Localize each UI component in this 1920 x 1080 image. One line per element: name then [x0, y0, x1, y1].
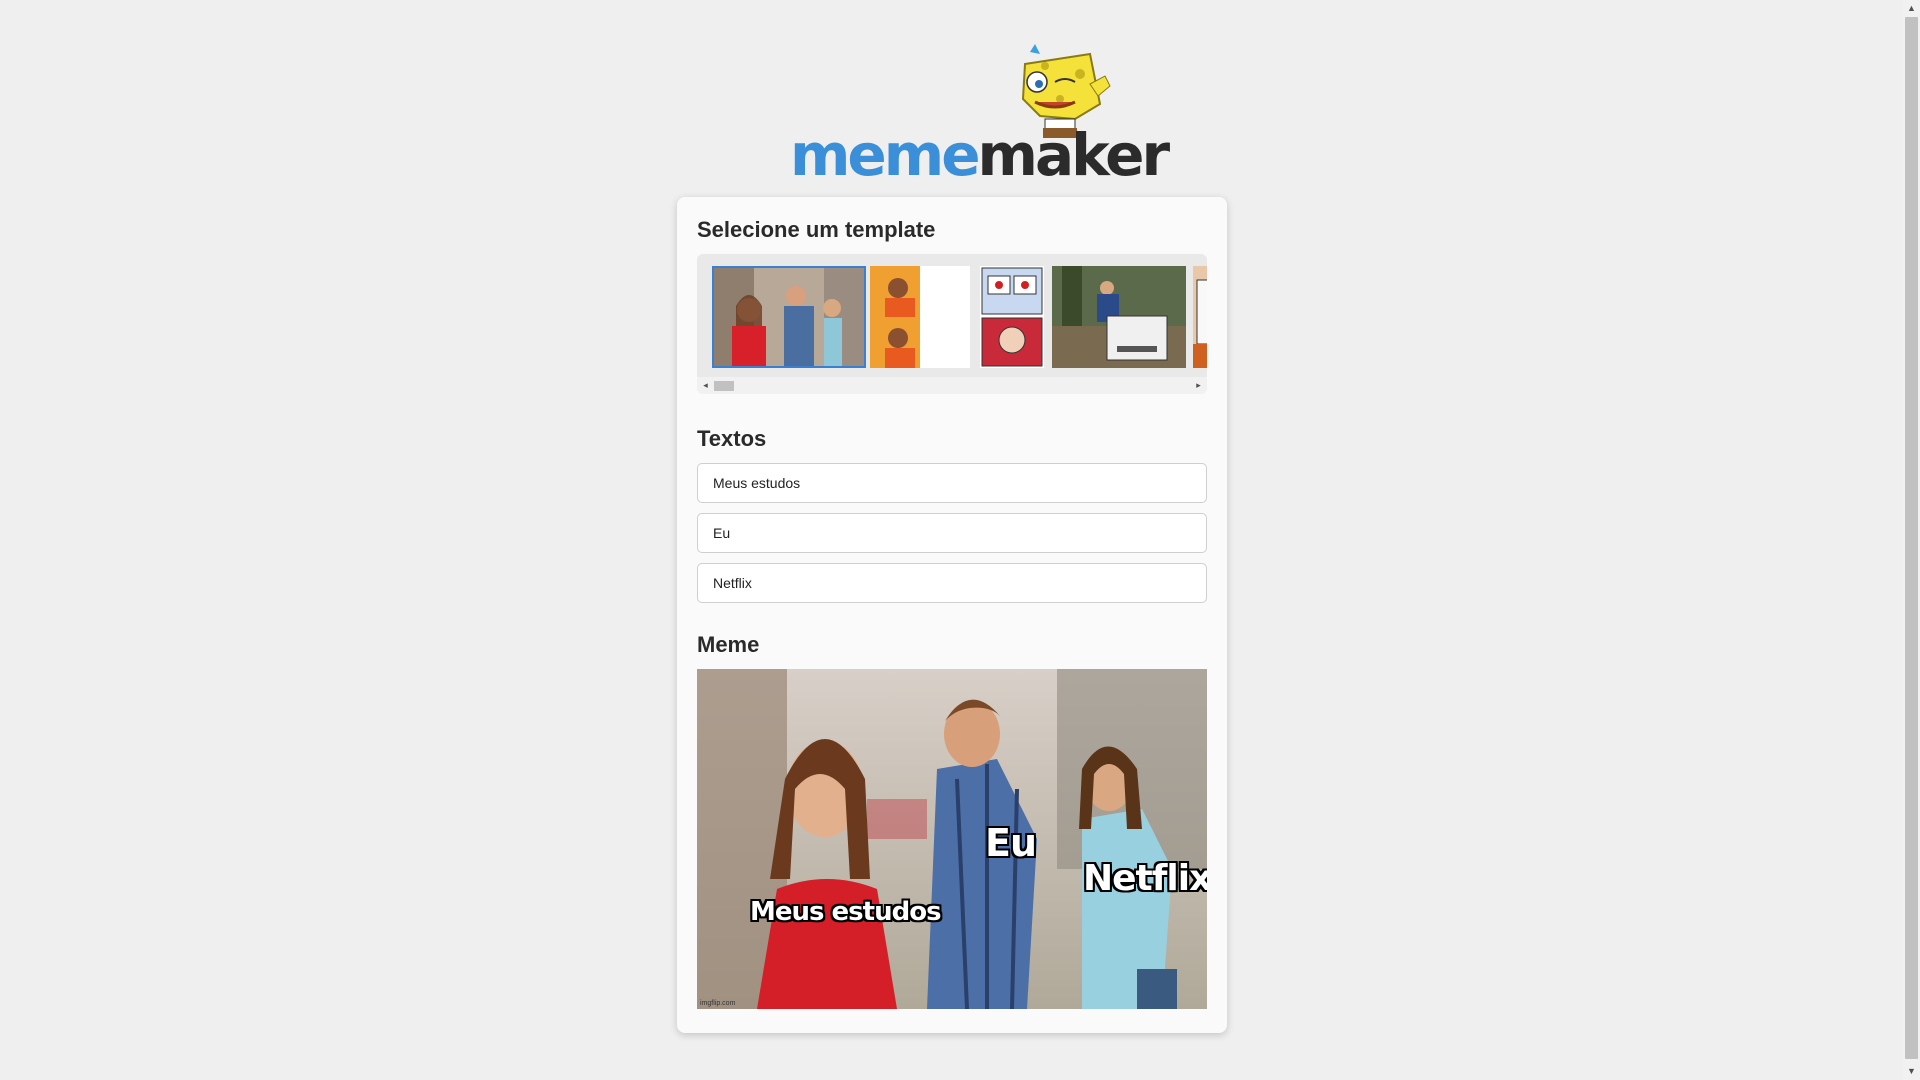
- uno-thumbnail: [1193, 266, 1207, 368]
- template-carousel[interactable]: ◂ ▸: [697, 254, 1207, 394]
- template-horizontal-scrollbar[interactable]: ◂ ▸: [697, 377, 1207, 394]
- text-field-3[interactable]: [697, 563, 1207, 603]
- logo-text-meme: meme: [790, 121, 981, 189]
- template-daily-struggle[interactable]: [980, 266, 1044, 368]
- distracted-boyfriend-thumbnail: [714, 268, 864, 366]
- page-vertical-scrollbar[interactable]: ▲ ▼: [1903, 0, 1920, 1080]
- logo-text-maker: maker: [977, 121, 1171, 189]
- drake-thumbnail: [870, 266, 970, 368]
- template-section-title: Selecione um template: [697, 217, 936, 242]
- meme-image: [697, 669, 1207, 1009]
- meme-section-title: Meme: [697, 632, 760, 657]
- scroll-down-arrow-icon[interactable]: ▼: [1903, 1063, 1920, 1080]
- meme-caption-2: Eu: [985, 821, 1037, 865]
- text-field-2[interactable]: [697, 513, 1207, 553]
- template-distracted-boyfriend[interactable]: [712, 266, 866, 368]
- horizontal-scroll-thumb[interactable]: [714, 381, 734, 391]
- texts-section-title: Textos: [697, 426, 767, 451]
- logo: mememaker: [790, 44, 1170, 184]
- meme-caption-1: Meus estudos: [750, 897, 942, 927]
- meme-preview: Meus estudos Eu Netflix imgflip.com: [697, 669, 1207, 1009]
- template-change-my-mind[interactable]: [1052, 266, 1186, 368]
- template-uno[interactable]: [1193, 266, 1207, 368]
- meme-maker-card: Selecione um template ◂ ▸ Textos Meus es…: [677, 197, 1227, 1033]
- meme-watermark: imgflip.com: [700, 1000, 736, 1007]
- text-field-1[interactable]: [697, 463, 1207, 503]
- scroll-left-arrow-icon[interactable]: ◂: [697, 377, 714, 394]
- scroll-right-arrow-icon[interactable]: ▸: [1190, 377, 1207, 394]
- meme-caption-3: Netflix: [1083, 858, 1207, 899]
- scroll-up-arrow-icon[interactable]: ▲: [1903, 0, 1920, 17]
- page-scroll-thumb[interactable]: [1905, 17, 1918, 1059]
- change-my-mind-thumbnail: [1052, 266, 1186, 368]
- daily-struggle-thumbnail: [980, 266, 1044, 368]
- template-drake[interactable]: [870, 266, 970, 368]
